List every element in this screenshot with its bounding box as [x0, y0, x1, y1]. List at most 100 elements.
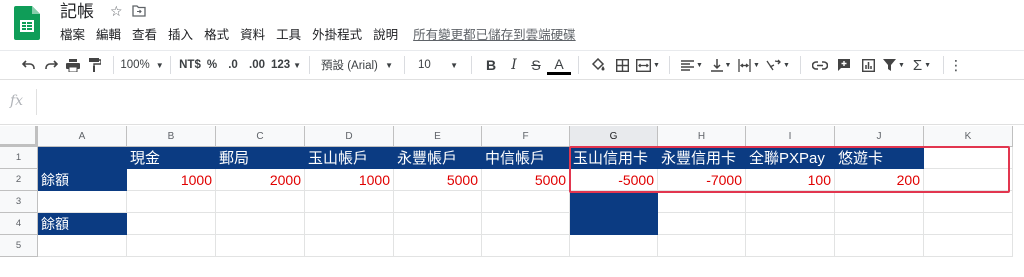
horizontal-align-icon[interactable]: ▼	[677, 54, 707, 76]
document-title[interactable]: 記帳	[60, 1, 94, 23]
cell-j4[interactable]	[835, 213, 924, 235]
row-header-3[interactable]: 3	[0, 191, 38, 213]
column-header-e[interactable]: E	[394, 126, 482, 147]
cell-b4[interactable]	[127, 213, 216, 235]
cell-i4[interactable]	[746, 213, 835, 235]
cell-e4[interactable]	[394, 213, 482, 235]
cell-h4[interactable]	[658, 213, 746, 235]
column-header-j[interactable]: J	[835, 126, 924, 147]
print-icon[interactable]	[62, 54, 84, 76]
bold-button[interactable]: B	[479, 54, 503, 76]
cell-g3[interactable]	[570, 191, 658, 213]
star-icon[interactable]: ☆	[110, 3, 123, 20]
cell-f4[interactable]	[482, 213, 570, 235]
column-header-k[interactable]: K	[924, 126, 1013, 147]
cell-d3[interactable]	[305, 191, 394, 213]
decrease-decimal-button[interactable]: .0	[222, 54, 244, 76]
strikethrough-button[interactable]: S	[525, 54, 547, 76]
italic-button[interactable]: I	[503, 54, 525, 76]
text-wrap-icon[interactable]: ▼	[735, 54, 763, 76]
column-header-g[interactable]: G	[570, 126, 658, 147]
cell-f3[interactable]	[482, 191, 570, 213]
cell-i3[interactable]	[746, 191, 835, 213]
formula-input[interactable]	[40, 87, 1020, 117]
cell-e3[interactable]	[394, 191, 482, 213]
percent-format-button[interactable]: %	[202, 54, 222, 76]
cell-i5[interactable]	[746, 235, 835, 257]
font-size-select[interactable]: 10 ▼	[412, 54, 464, 76]
cell-a5[interactable]	[38, 235, 127, 257]
save-status-link[interactable]: 所有變更都已儲存到雲端硬碟	[413, 27, 576, 43]
font-family-select[interactable]: 預設 (Arial) ▼	[317, 54, 397, 76]
cell-f5[interactable]	[482, 235, 570, 257]
column-header-b[interactable]: B	[127, 126, 216, 147]
cell-f2[interactable]: 5000	[482, 169, 570, 191]
cell-a2[interactable]: 餘額	[38, 169, 127, 191]
row-header-5[interactable]: 5	[0, 235, 38, 257]
menu-view[interactable]: 查看	[132, 27, 157, 43]
cell-k4[interactable]	[924, 213, 1013, 235]
menu-format[interactable]: 格式	[204, 27, 229, 43]
cell-e1[interactable]: 永豐帳戶	[394, 147, 482, 169]
menu-insert[interactable]: 插入	[168, 27, 193, 43]
cell-k3[interactable]	[924, 191, 1013, 213]
column-header-h[interactable]: H	[658, 126, 746, 147]
menu-edit[interactable]: 編輯	[96, 27, 121, 43]
more-formats-button[interactable]: 123 ▼	[270, 54, 302, 76]
redo-icon[interactable]	[40, 54, 62, 76]
text-color-button[interactable]: A	[547, 55, 571, 75]
currency-format-button[interactable]: NT$	[178, 54, 202, 76]
cell-b2[interactable]: 1000	[127, 169, 216, 191]
column-header-a[interactable]: A	[38, 126, 127, 147]
cell-d1[interactable]: 玉山帳戶	[305, 147, 394, 169]
cell-a3[interactable]	[38, 191, 127, 213]
filter-icon[interactable]: ▼	[880, 54, 908, 76]
column-header-i[interactable]: I	[746, 126, 835, 147]
row-header-4[interactable]: 4	[0, 213, 38, 235]
select-all-corner[interactable]	[0, 126, 38, 147]
column-header-d[interactable]: D	[305, 126, 394, 147]
vertical-align-icon[interactable]: ▼	[707, 54, 735, 76]
cell-b1[interactable]: 現金	[127, 147, 216, 169]
column-header-f[interactable]: F	[482, 126, 570, 147]
cell-e2[interactable]: 5000	[394, 169, 482, 191]
cell-c4[interactable]	[216, 213, 305, 235]
row-header-2[interactable]: 2	[0, 169, 38, 191]
cell-h3[interactable]	[658, 191, 746, 213]
sheets-logo-icon[interactable]	[14, 6, 40, 40]
increase-decimal-button[interactable]: .00	[244, 54, 270, 76]
cell-d4[interactable]	[305, 213, 394, 235]
cell-k5[interactable]	[924, 235, 1013, 257]
merge-cells-icon[interactable]: ▼	[634, 54, 662, 76]
menu-help[interactable]: 說明	[373, 27, 398, 43]
borders-icon[interactable]	[610, 54, 634, 76]
cell-c3[interactable]	[216, 191, 305, 213]
cell-g4[interactable]	[570, 213, 658, 235]
cell-h5[interactable]	[658, 235, 746, 257]
cell-a1[interactable]	[38, 147, 127, 169]
cell-e5[interactable]	[394, 235, 482, 257]
menu-addons[interactable]: 外掛程式	[312, 27, 362, 43]
more-options-icon[interactable]: ⋮	[949, 54, 963, 76]
insert-chart-icon[interactable]	[856, 54, 880, 76]
undo-icon[interactable]	[18, 54, 40, 76]
cell-j3[interactable]	[835, 191, 924, 213]
menu-tools[interactable]: 工具	[276, 27, 301, 43]
text-rotation-icon[interactable]: ▼	[763, 54, 793, 76]
row-header-1[interactable]: 1	[0, 147, 38, 169]
cell-d5[interactable]	[305, 235, 394, 257]
cell-b3[interactable]	[127, 191, 216, 213]
column-header-c[interactable]: C	[216, 126, 305, 147]
cell-f1[interactable]: 中信帳戶	[482, 147, 570, 169]
cell-d2[interactable]: 1000	[305, 169, 394, 191]
cell-b5[interactable]	[127, 235, 216, 257]
insert-comment-icon[interactable]	[832, 54, 856, 76]
cell-c2[interactable]: 2000	[216, 169, 305, 191]
functions-button[interactable]: Σ ▼	[908, 54, 936, 76]
paint-format-icon[interactable]	[84, 54, 106, 76]
cell-c5[interactable]	[216, 235, 305, 257]
cell-a4[interactable]: 餘額	[38, 213, 127, 235]
cell-j5[interactable]	[835, 235, 924, 257]
insert-link-icon[interactable]	[808, 54, 832, 76]
cell-c1[interactable]: 郵局	[216, 147, 305, 169]
